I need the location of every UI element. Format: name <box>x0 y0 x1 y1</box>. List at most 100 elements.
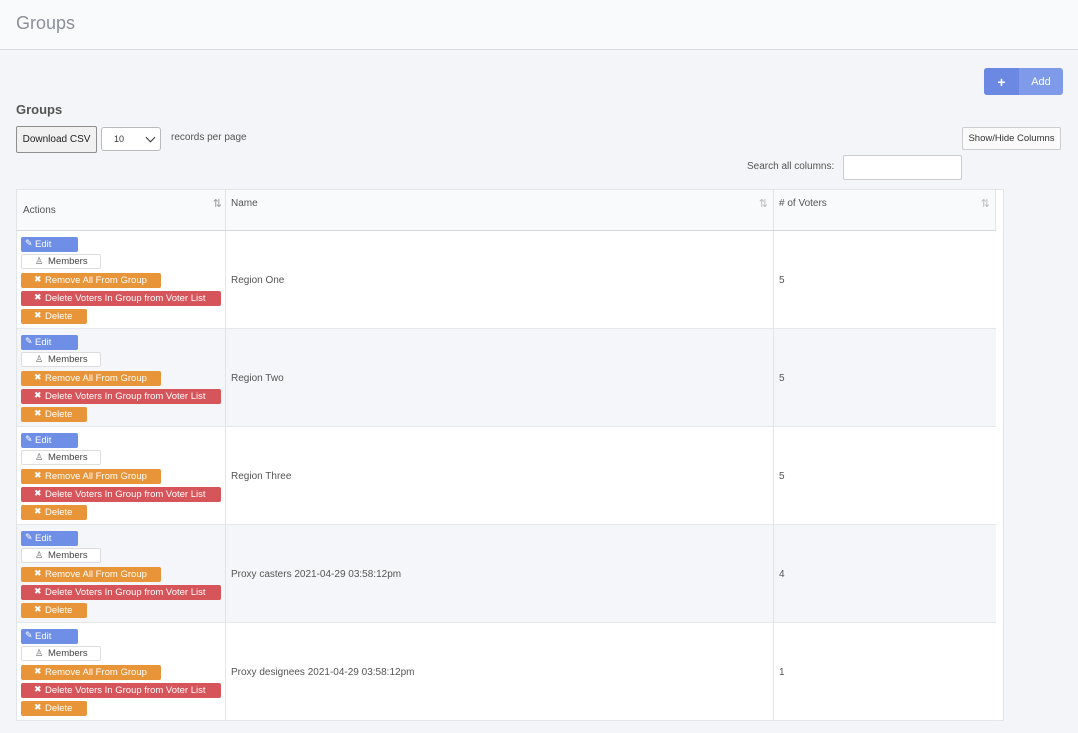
table-row: ✎ Edit ♙ Members ✖ Remove All From Group ✖ Dele… <box>17 329 996 427</box>
group-name: Region One <box>231 275 285 286</box>
name-cell: Region Three <box>226 427 774 525</box>
column-header-actions[interactable]: Actions ⇅ <box>17 190 226 230</box>
actions-cell: ✎ Edit ♙ Members ✖ Remove All From Group ✖ Dele… <box>17 427 226 525</box>
groups-table: Actions ⇅ Name ⇅ # of Voters ⇅ ✎ Edit ♙ Mem… <box>16 189 1004 721</box>
add-button[interactable]: + Add <box>984 68 1063 95</box>
delete-voters-button[interactable]: ✖ Delete Voters In Group from Voter List <box>21 683 221 698</box>
voter-count: 5 <box>779 373 785 384</box>
group-name: Region Three <box>231 471 292 482</box>
name-cell: Region Two <box>226 329 774 427</box>
close-icon: ✖ <box>34 408 42 418</box>
user-icon: ♙ <box>35 452 44 462</box>
actions-cell: ✎ Edit ♙ Members ✖ Remove All From Group ✖ Dele… <box>17 525 226 623</box>
group-name: Proxy casters 2021-04-29 03:58:12pm <box>231 569 402 580</box>
close-icon: ✖ <box>34 470 42 480</box>
records-per-page-label: records per page <box>171 132 247 143</box>
voters-cell: 1 <box>774 623 996 721</box>
close-icon: ✖ <box>34 586 42 596</box>
delete-button[interactable]: ✖ Delete <box>21 701 87 716</box>
delete-button[interactable]: ✖ Delete <box>21 407 87 422</box>
add-label: Add <box>1031 75 1051 88</box>
column-header-voters[interactable]: # of Voters ⇅ <box>774 190 996 230</box>
table-row: ✎ Edit ♙ Members ✖ Remove All From Group ✖ Dele… <box>17 427 996 525</box>
column-header-name[interactable]: Name ⇅ <box>226 190 774 230</box>
close-icon: ✖ <box>34 390 42 400</box>
voter-count: 4 <box>779 569 785 580</box>
remove-all-from-group-button[interactable]: ✖ Remove All From Group <box>21 665 161 680</box>
user-icon: ♙ <box>35 354 44 364</box>
voter-count: 5 <box>779 275 785 286</box>
close-icon: ✖ <box>34 604 42 614</box>
actions-cell: ✎ Edit ♙ Members ✖ Remove All From Group ✖ Dele… <box>17 231 226 329</box>
sort-icon: ⇅ <box>758 198 768 210</box>
remove-all-from-group-button[interactable]: ✖ Remove All From Group <box>21 371 161 386</box>
close-icon: ✖ <box>34 310 42 320</box>
close-icon: ✖ <box>34 666 42 676</box>
close-icon: ✖ <box>34 684 42 694</box>
edit-button[interactable]: ✎ Edit <box>21 237 78 252</box>
user-icon: ♙ <box>35 550 44 560</box>
close-icon: ✖ <box>34 506 42 516</box>
remove-all-from-group-button[interactable]: ✖ Remove All From Group <box>21 273 161 288</box>
close-icon: ✖ <box>34 372 42 382</box>
delete-button[interactable]: ✖ Delete <box>21 309 87 324</box>
voter-count: 5 <box>779 471 785 482</box>
delete-voters-button[interactable]: ✖ Delete Voters In Group from Voter List <box>21 487 221 502</box>
members-button[interactable]: ♙ Members <box>21 254 101 269</box>
name-cell: Proxy casters 2021-04-29 03:58:12pm <box>226 525 774 623</box>
records-per-page-value: 10 <box>114 134 125 144</box>
page-title: Groups <box>16 13 76 33</box>
delete-voters-button[interactable]: ✖ Delete Voters In Group from Voter List <box>21 585 221 600</box>
user-icon: ♙ <box>35 256 44 266</box>
remove-all-from-group-button[interactable]: ✖ Remove All From Group <box>21 469 161 484</box>
name-cell: Region One <box>226 231 774 329</box>
show-hide-columns-button[interactable]: Show/Hide Columns <box>962 127 1061 150</box>
delete-button[interactable]: ✖ Delete <box>21 505 87 520</box>
pencil-icon: ✎ <box>25 532 33 542</box>
actions-cell: ✎ Edit ♙ Members ✖ Remove All From Group ✖ Dele… <box>17 329 226 427</box>
records-per-page-select[interactable]: 10 <box>101 127 161 151</box>
sort-icon: ⇅ <box>212 198 222 210</box>
actions-cell: ✎ Edit ♙ Members ✖ Remove All From Group ✖ Dele… <box>17 623 226 721</box>
group-name: Proxy designees 2021-04-29 03:58:12pm <box>231 667 415 678</box>
table-header: Actions ⇅ Name ⇅ # of Voters ⇅ <box>17 190 996 231</box>
pencil-icon: ✎ <box>25 630 33 640</box>
delete-voters-button[interactable]: ✖ Delete Voters In Group from Voter List <box>21 291 221 306</box>
voter-count: 1 <box>779 667 785 678</box>
download-csv-button[interactable]: Download CSV <box>16 126 97 153</box>
group-name: Region Two <box>231 373 284 384</box>
plus-icon: + <box>984 68 1019 95</box>
close-icon: ✖ <box>34 292 42 302</box>
voters-cell: 5 <box>774 329 996 427</box>
close-icon: ✖ <box>34 702 42 712</box>
section-title: Groups <box>16 102 63 117</box>
name-cell: Proxy designees 2021-04-29 03:58:12pm <box>226 623 774 721</box>
edit-button[interactable]: ✎ Edit <box>21 629 78 644</box>
remove-all-from-group-button[interactable]: ✖ Remove All From Group <box>21 567 161 582</box>
table-row: ✎ Edit ♙ Members ✖ Remove All From Group ✖ Dele… <box>17 525 996 623</box>
voters-cell: 5 <box>774 427 996 525</box>
members-button[interactable]: ♙ Members <box>21 646 101 661</box>
table-row: ✎ Edit ♙ Members ✖ Remove All From Group ✖ Dele… <box>17 231 996 329</box>
pencil-icon: ✎ <box>25 238 33 248</box>
pencil-icon: ✎ <box>25 336 33 346</box>
members-button[interactable]: ♙ Members <box>21 548 101 563</box>
table-row: ✎ Edit ♙ Members ✖ Remove All From Group ✖ Dele… <box>17 623 996 721</box>
edit-button[interactable]: ✎ Edit <box>21 335 78 350</box>
voters-cell: 5 <box>774 231 996 329</box>
delete-voters-button[interactable]: ✖ Delete Voters In Group from Voter List <box>21 389 221 404</box>
delete-button[interactable]: ✖ Delete <box>21 603 87 618</box>
search-label: Search all columns: <box>747 161 835 172</box>
members-button[interactable]: ♙ Members <box>21 450 101 465</box>
edit-button[interactable]: ✎ Edit <box>21 433 78 448</box>
pencil-icon: ✎ <box>25 434 33 444</box>
edit-button[interactable]: ✎ Edit <box>21 531 78 546</box>
close-icon: ✖ <box>34 568 42 578</box>
sort-icon: ⇅ <box>980 198 990 210</box>
voters-cell: 4 <box>774 525 996 623</box>
members-button[interactable]: ♙ Members <box>21 352 101 367</box>
close-icon: ✖ <box>34 274 42 284</box>
search-input[interactable] <box>843 155 962 180</box>
close-icon: ✖ <box>34 488 42 498</box>
user-icon: ♙ <box>35 648 44 658</box>
